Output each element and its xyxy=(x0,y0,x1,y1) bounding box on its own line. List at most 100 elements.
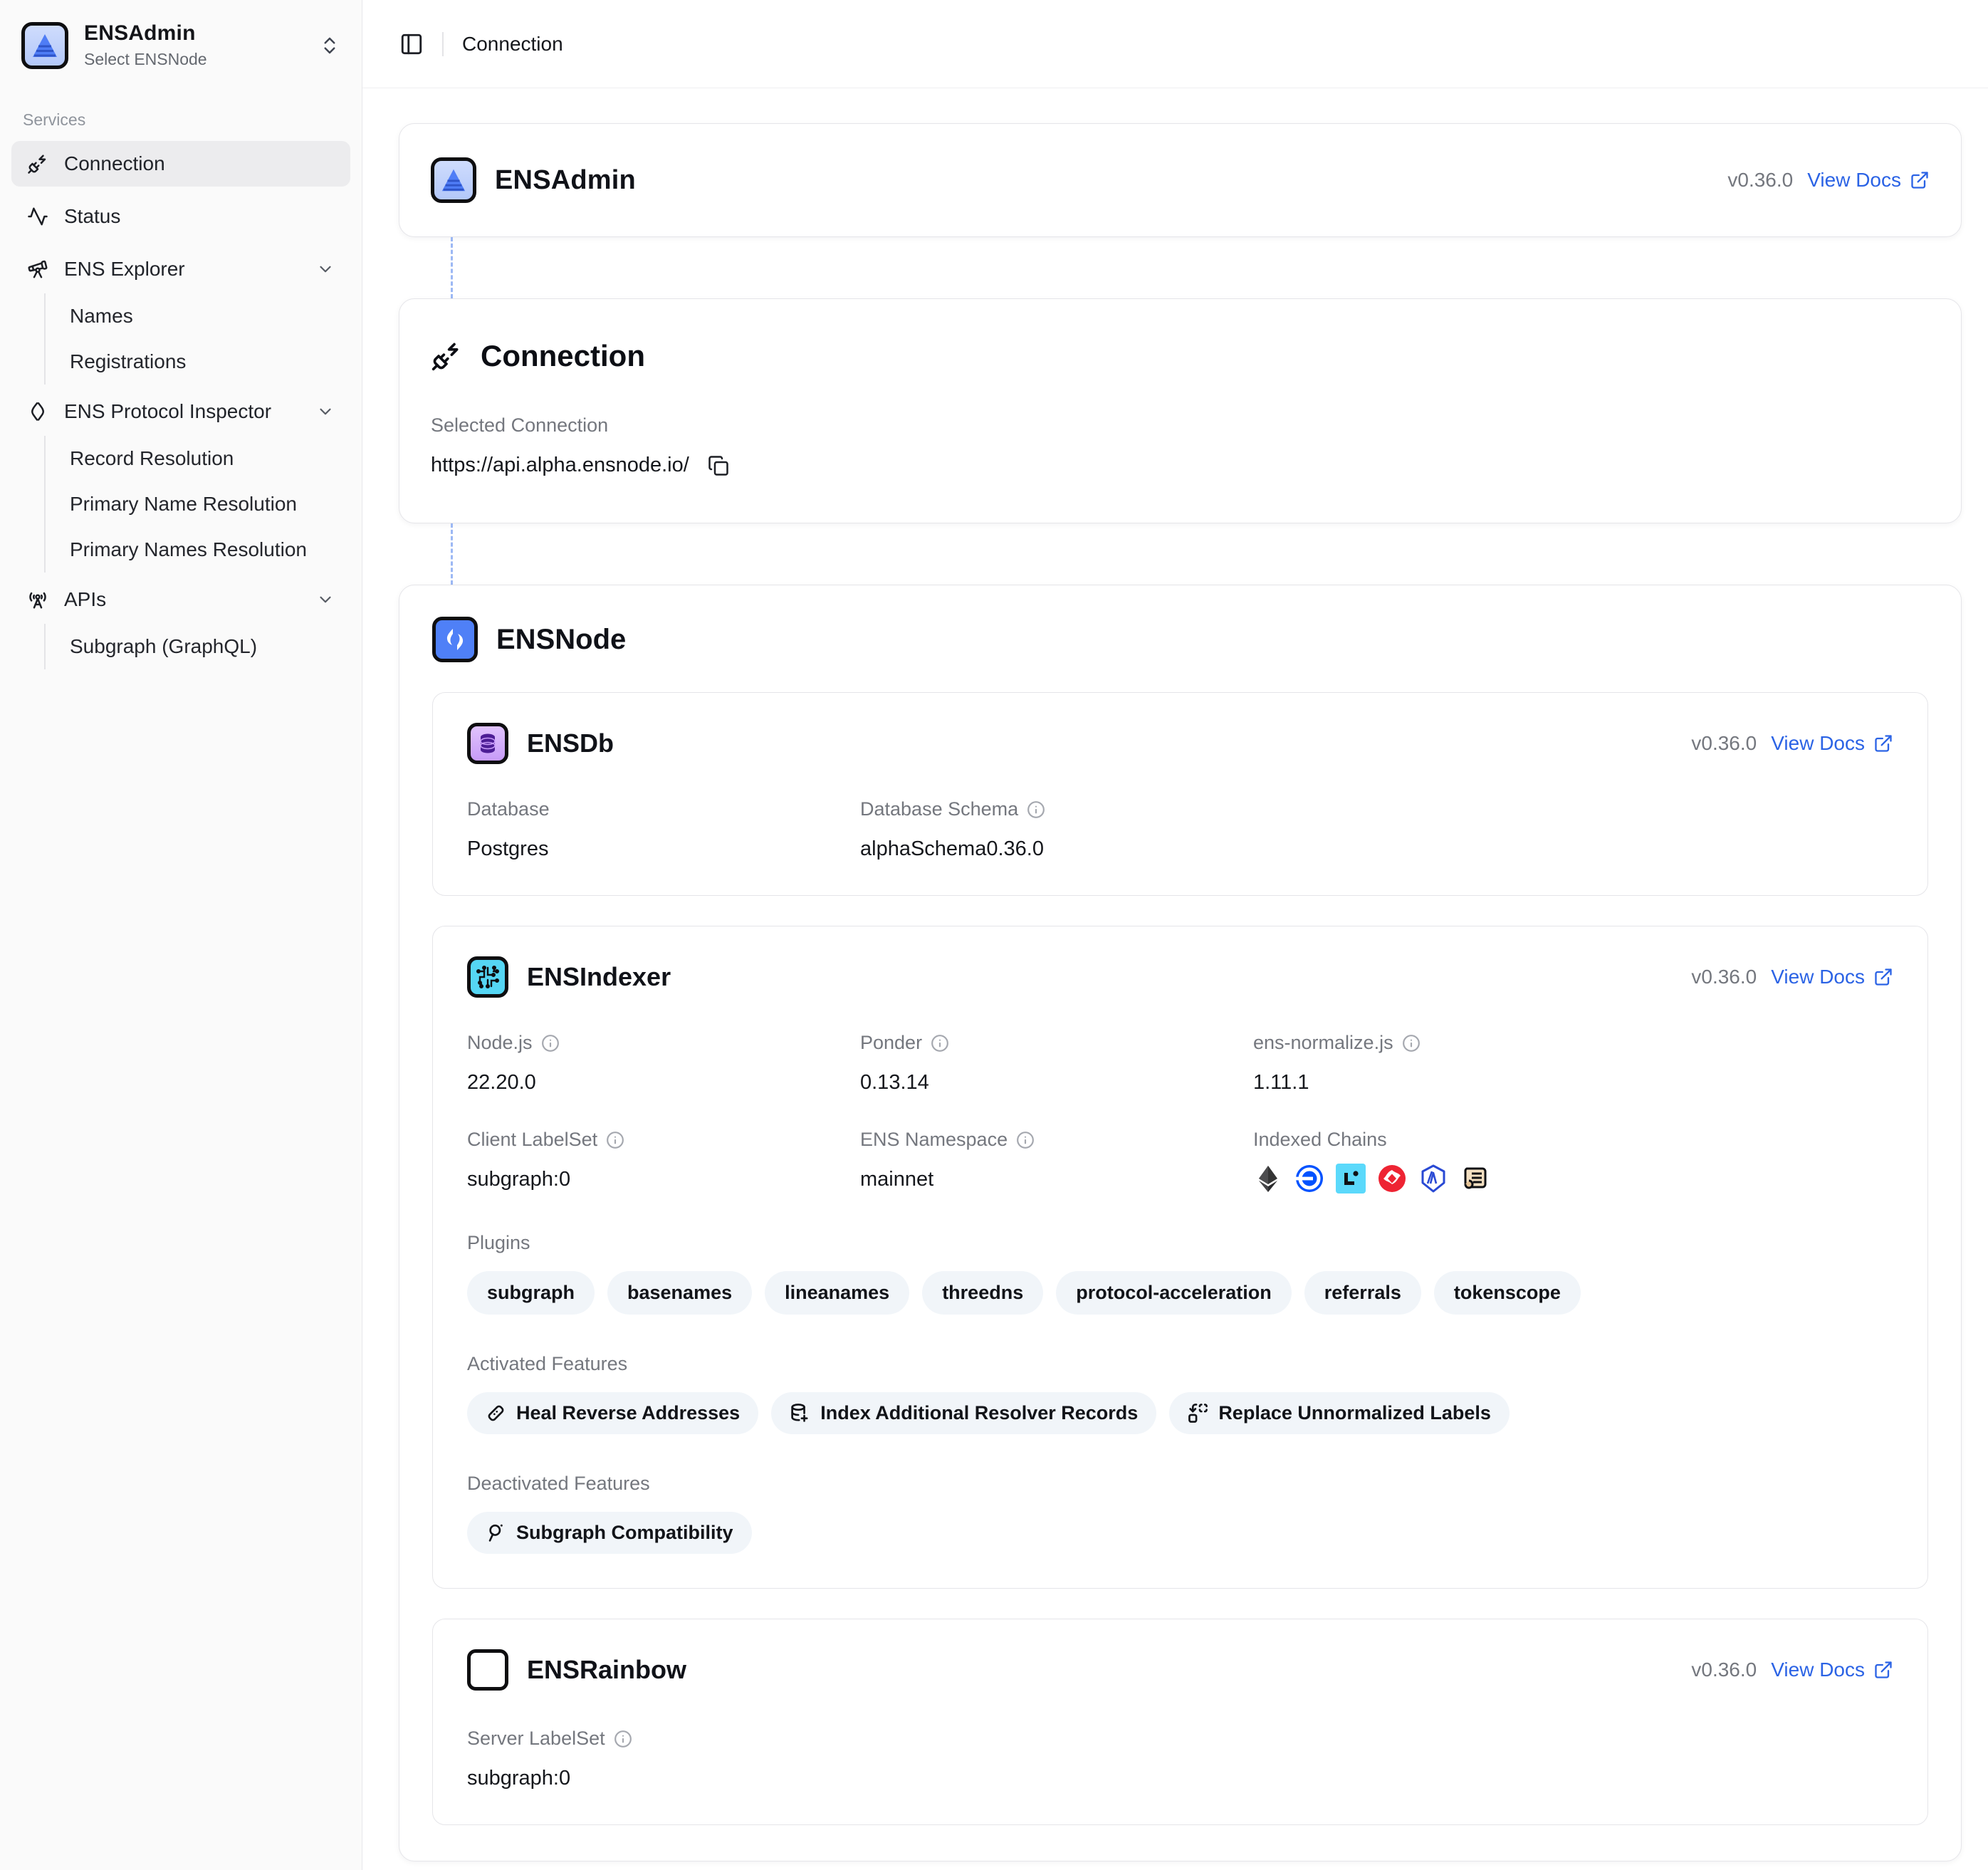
activity-icon xyxy=(27,206,48,227)
feature-pill-index-additional-resolver-records: Index Additional Resolver Records xyxy=(771,1392,1156,1434)
sidebar-item-primary-names-resolution[interactable]: Primary Names Resolution xyxy=(46,527,350,573)
field-nodejs: Node.js 22.20.0 xyxy=(467,1032,860,1095)
plug-zap-icon xyxy=(431,340,462,372)
ensdb-logo-icon xyxy=(467,723,508,764)
plugin-chip: basenames xyxy=(607,1271,752,1315)
connection-card: Connection Selected Connection https://a… xyxy=(399,298,1962,523)
field-database: Database Postgres xyxy=(467,798,860,861)
field-value: 0.13.14 xyxy=(860,1071,1253,1095)
ensnode-card: ENSNode xyxy=(399,585,1962,1861)
info-icon[interactable] xyxy=(931,1034,949,1052)
feature-pill-replace-unnormalized-labels: Replace Unnormalized Labels xyxy=(1169,1392,1510,1434)
plugin-chip: lineanames xyxy=(765,1271,909,1315)
view-docs-label: View Docs xyxy=(1771,1659,1865,1681)
field-value: mainnet xyxy=(860,1168,1253,1191)
field-ponder: Ponder 0.13.14 xyxy=(860,1032,1253,1095)
sidebar-item-names[interactable]: Names xyxy=(46,293,350,339)
view-docs-label: View Docs xyxy=(1771,966,1865,988)
sidebar-toggle-button[interactable] xyxy=(399,32,424,56)
ensdb-card: ENSDb v0.36.0 View Docs Database Postgre… xyxy=(432,692,1928,896)
field-label: Database xyxy=(467,798,860,820)
ensindexer-logo-icon xyxy=(467,956,508,998)
external-link-icon xyxy=(1910,170,1930,190)
info-icon[interactable] xyxy=(1016,1131,1035,1149)
ensdb-version: v0.36.0 xyxy=(1691,732,1757,755)
ensadmin-logo-icon xyxy=(21,22,68,69)
ensnode-selector[interactable]: ENSAdmin Select ENSNode xyxy=(11,11,350,79)
sidebar-item-ens-protocol-inspector[interactable]: ENS Protocol Inspector xyxy=(11,389,350,434)
database-plus-icon xyxy=(790,1403,810,1424)
chevron-down-icon xyxy=(316,402,335,421)
ensadmin-view-docs-link[interactable]: View Docs xyxy=(1807,169,1930,192)
field-database-schema: Database Schema alphaSchema0.36.0 xyxy=(860,798,1893,861)
field-ens-namespace: ENS Namespace mainnet xyxy=(860,1129,1253,1193)
sidebar-item-ens-explorer[interactable]: ENS Explorer xyxy=(11,246,350,292)
field-value: 1.11.1 xyxy=(1253,1071,1893,1095)
external-link-icon xyxy=(1873,1660,1893,1680)
plugins-label: Plugins xyxy=(467,1232,1893,1254)
ensindexer-view-docs-link[interactable]: View Docs xyxy=(1771,966,1893,988)
info-icon[interactable] xyxy=(1402,1034,1421,1052)
main-area: Connection ENSAdmin v0.36.0 View D xyxy=(362,0,1988,1870)
sidebar: ENSAdmin Select ENSNode Services Connect… xyxy=(0,0,362,1870)
ensadmin-card: ENSAdmin v0.36.0 View Docs xyxy=(399,123,1962,237)
ensrainbow-card: ENSRainbow v0.36.0 View Docs Server Labe… xyxy=(432,1619,1928,1825)
field-indexed-chains: Indexed Chains xyxy=(1253,1129,1893,1193)
chevron-down-icon xyxy=(316,260,335,278)
sidebar-item-apis[interactable]: APIs xyxy=(11,577,350,622)
field-label: Server LabelSet xyxy=(467,1728,605,1750)
field-value: subgraph:0 xyxy=(467,1168,860,1191)
info-icon[interactable] xyxy=(606,1131,624,1149)
ensrainbow-view-docs-link[interactable]: View Docs xyxy=(1771,1659,1893,1681)
sidebar-item-connection[interactable]: Connection xyxy=(11,141,350,187)
info-icon[interactable] xyxy=(541,1034,560,1052)
chevrons-up-down-icon xyxy=(319,35,340,56)
ensnode-card-title: ENSNode xyxy=(496,624,626,656)
sidebar-item-status[interactable]: Status xyxy=(11,194,350,239)
feature-label: Heal Reverse Addresses xyxy=(516,1402,740,1424)
view-docs-label: View Docs xyxy=(1771,732,1865,755)
info-icon[interactable] xyxy=(614,1730,632,1748)
feature-label: Index Additional Resolver Records xyxy=(820,1402,1138,1424)
ensdb-view-docs-link[interactable]: View Docs xyxy=(1771,732,1893,755)
linea-chain-icon xyxy=(1336,1164,1366,1193)
ensindexer-card-title: ENSIndexer xyxy=(527,962,671,992)
plugins-list: subgraph basenames lineanames threedns p… xyxy=(467,1271,1893,1315)
feature-label: Replace Unnormalized Labels xyxy=(1218,1402,1491,1424)
external-link-icon xyxy=(1873,967,1893,987)
info-icon[interactable] xyxy=(1027,800,1045,819)
ensindexer-version: v0.36.0 xyxy=(1691,966,1757,988)
sidebar-item-label: ENS Explorer xyxy=(64,258,300,281)
app-title: ENSAdmin xyxy=(84,21,303,46)
field-server-labelset: Server LabelSet subgraph:0 xyxy=(467,1728,860,1790)
connection-card-title: Connection xyxy=(481,339,645,373)
deactivated-features-list: Subgraph Compatibility xyxy=(467,1512,1893,1554)
plugin-chip: referrals xyxy=(1304,1271,1421,1315)
apis-subnav: Subgraph (GraphQL) xyxy=(44,624,350,669)
field-value: alphaSchema0.36.0 xyxy=(860,837,1893,861)
connector-dashed-line xyxy=(451,523,453,585)
telescope-icon xyxy=(27,258,48,280)
sidebar-item-subgraph-graphql[interactable]: Subgraph (GraphQL) xyxy=(46,624,350,669)
optimism-chain-icon xyxy=(1377,1164,1407,1193)
plugin-chip: protocol-acceleration xyxy=(1056,1271,1292,1315)
sidebar-item-registrations[interactable]: Registrations xyxy=(46,339,350,385)
feature-label: Subgraph Compatibility xyxy=(516,1522,733,1544)
sidebar-item-label: ENS Protocol Inspector xyxy=(64,400,300,423)
sidebar-item-primary-name-resolution[interactable]: Primary Name Resolution xyxy=(46,481,350,527)
arbitrum-chain-icon xyxy=(1418,1164,1448,1193)
copy-icon[interactable] xyxy=(708,455,729,476)
topbar-divider xyxy=(442,32,444,56)
ens-diamond-icon xyxy=(27,401,48,422)
topbar: Connection xyxy=(362,0,1988,88)
ensadmin-card-title: ENSAdmin xyxy=(495,165,636,196)
field-ens-normalize: ens-normalize.js 1.11.1 xyxy=(1253,1032,1893,1095)
connector-dashed-line xyxy=(451,237,453,298)
plugin-chip: subgraph xyxy=(467,1271,595,1315)
sidebar-nav: Connection Status ENS Explorer Names Reg… xyxy=(11,141,350,674)
ensrainbow-logo-icon xyxy=(467,1649,508,1691)
field-value: 22.20.0 xyxy=(467,1071,860,1095)
radio-tower-icon xyxy=(27,589,48,610)
sidebar-item-record-resolution[interactable]: Record Resolution xyxy=(46,436,350,481)
base-chain-icon xyxy=(1294,1164,1324,1193)
